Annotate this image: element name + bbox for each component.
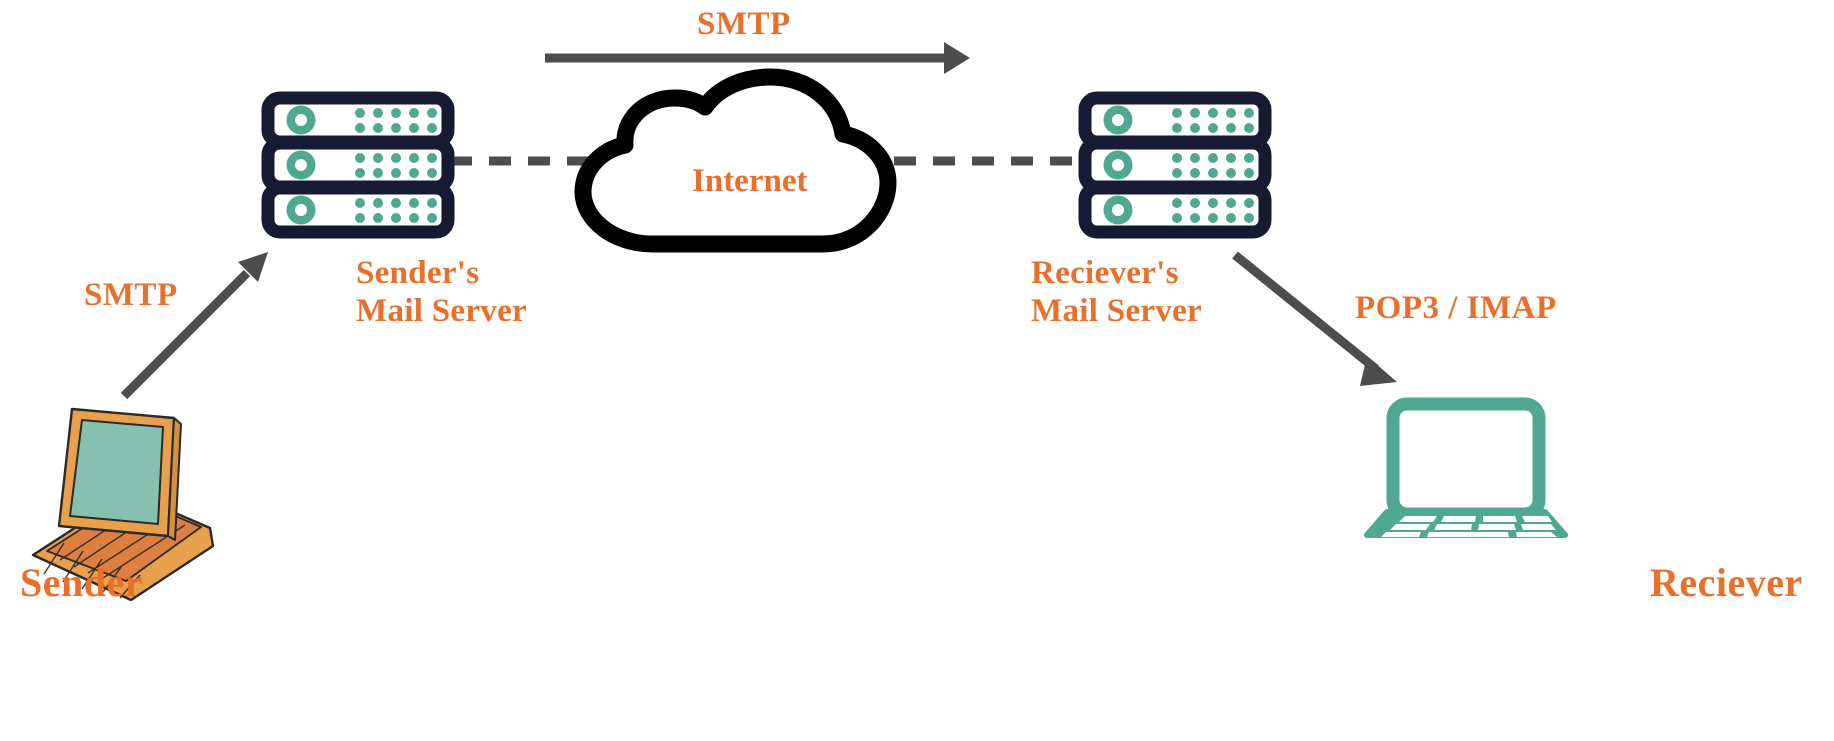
rack-unit bbox=[1078, 136, 1272, 194]
smtp-sender-label: SMTP bbox=[84, 277, 178, 313]
diagram-vector-layer bbox=[31, 42, 1568, 602]
smtp-sender-arrow bbox=[120, 252, 268, 400]
rack-unit bbox=[261, 136, 455, 194]
receiver-label: Reciever bbox=[1650, 560, 1803, 605]
server-rack-sender-icon bbox=[261, 91, 455, 239]
rack-unit bbox=[1078, 181, 1272, 239]
rack-unit bbox=[261, 181, 455, 239]
rack-unit bbox=[261, 91, 455, 149]
pop3-imap-label: POP3 / IMAP bbox=[1355, 290, 1557, 326]
laptop-teal-icon bbox=[1364, 397, 1568, 538]
cloud-icon bbox=[574, 68, 897, 253]
smtp-top-arrow bbox=[545, 42, 970, 74]
diagram-canvas: SMTP SMTP POP3 / IMAP Internet Sender's … bbox=[0, 0, 1834, 741]
rack-unit bbox=[1078, 91, 1272, 149]
server-rack-receiver-icon bbox=[1078, 91, 1272, 239]
smtp-top-label: SMTP bbox=[697, 6, 791, 42]
receiver-mail-server-label-line1: Reciever's bbox=[1031, 255, 1179, 291]
receiver-mail-server-label-line2: Mail Server bbox=[1031, 293, 1202, 329]
sender-mail-server-label-line1: Sender's bbox=[356, 255, 480, 291]
sender-mail-server-label-line2: Mail Server bbox=[356, 293, 527, 329]
internet-label: Internet bbox=[692, 163, 808, 199]
sender-label: Sender bbox=[20, 560, 143, 605]
